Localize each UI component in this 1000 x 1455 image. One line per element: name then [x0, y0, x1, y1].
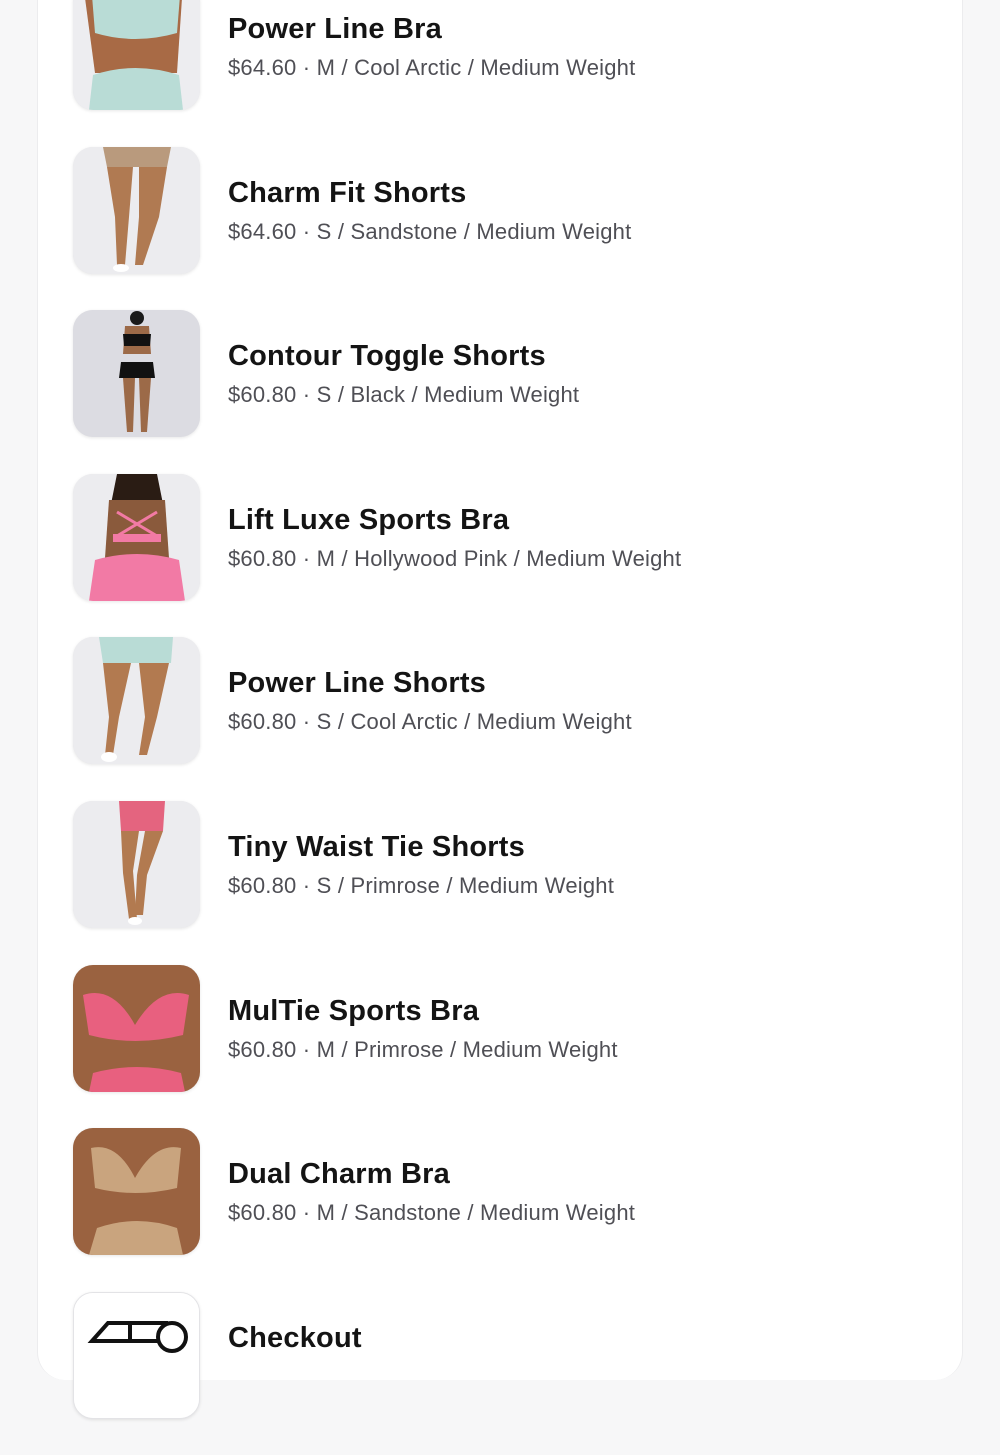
item-details: $60.80 · S / Black / Medium Weight — [228, 382, 580, 408]
item-title: Dual Charm Bra — [228, 1158, 450, 1191]
item-details: $60.80 · M / Primrose / Medium Weight — [228, 1036, 618, 1062]
list-item[interactable]: Power Line Bra $64.60 · M / Cool Arctic … — [0, 0, 1000, 147]
list-item[interactable]: Charm Fit Shorts $64.60 · S / Sandstone … — [0, 146, 1000, 311]
order-items-list: Power Line Bra $64.60 · M / Cool Arctic … — [0, 0, 1000, 1455]
item-title: Contour Toggle Shorts — [228, 340, 546, 373]
product-thumbnail — [73, 310, 200, 438]
list-item[interactable]: Dual Charm Bra $60.80 · M / Sandstone / … — [0, 1128, 1000, 1292]
item-title: Charm Fit Shorts — [228, 176, 467, 209]
list-item[interactable]: Power Line Shorts $60.80 · S / Cool Arct… — [0, 637, 1000, 801]
checkout-row[interactable]: Checkout — [0, 1291, 1000, 1455]
item-details: $60.80 · M / Sandstone / Medium Weight — [228, 1200, 636, 1226]
list-item[interactable]: Contour Toggle Shorts $60.80 · S / Black… — [0, 310, 1000, 474]
item-details: $60.80 · M / Hollywood Pink / Medium Wei… — [228, 545, 682, 571]
item-title: Power Line Bra — [228, 13, 442, 45]
item-details: $64.60 · S / Sandstone / Medium Weight — [228, 218, 632, 244]
list-item[interactable]: MulTie Sports Bra $60.80 · M / Primrose … — [0, 964, 1000, 1129]
item-title: Tiny Waist Tie Shorts — [228, 830, 525, 863]
product-thumbnail — [73, 637, 200, 765]
product-thumbnail — [73, 146, 200, 274]
delivery-truck-icon — [73, 1291, 200, 1419]
checkout-label: Checkout — [228, 1321, 362, 1354]
product-thumbnail — [73, 800, 200, 928]
item-details: $64.60 · M / Cool Arctic / Medium Weight — [228, 55, 636, 80]
list-item[interactable]: Tiny Waist Tie Shorts $60.80 · S / Primr… — [0, 800, 1000, 965]
item-title: Lift Luxe Sports Bra — [228, 503, 510, 536]
product-thumbnail — [73, 0, 200, 110]
product-thumbnail — [73, 1128, 200, 1256]
item-title: Power Line Shorts — [228, 667, 486, 700]
item-details: $60.80 · S / Primrose / Medium Weight — [228, 872, 615, 898]
list-item[interactable]: Lift Luxe Sports Bra $60.80 · M / Hollyw… — [0, 473, 1000, 638]
product-thumbnail — [73, 473, 200, 601]
product-thumbnail — [73, 964, 200, 1092]
item-details: $60.80 · S / Cool Arctic / Medium Weight — [228, 709, 632, 735]
item-title: MulTie Sports Bra — [228, 994, 480, 1027]
